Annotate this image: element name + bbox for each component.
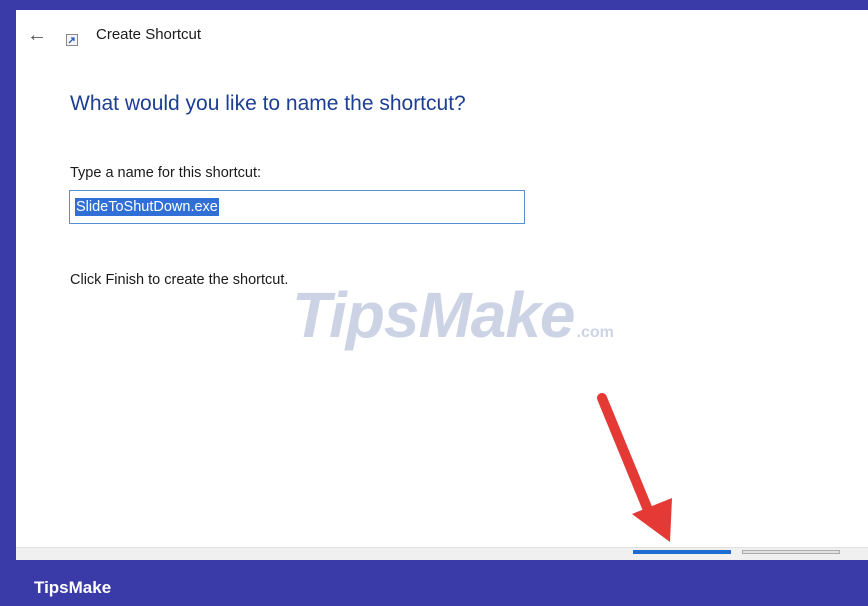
- shortcut-name-label: Type a name for this shortcut:: [70, 165, 262, 181]
- create-shortcut-window: ← Create Shortcut What would you like to…: [16, 10, 868, 560]
- finish-button[interactable]: [633, 550, 731, 554]
- back-arrow-icon[interactable]: ←: [25, 23, 49, 47]
- shortcut-name-input[interactable]: SlideToShutDown.exe: [69, 190, 525, 224]
- window-title: Create Shortcut: [96, 26, 202, 43]
- watermark-text: TipsMake: [292, 279, 575, 351]
- page-heading: What would you like to name the shortcut…: [70, 92, 466, 115]
- watermark-suffix: .com: [576, 324, 614, 341]
- shortcut-name-value: SlideToShutDown.exe: [75, 198, 219, 216]
- dialog-footer: [16, 547, 868, 560]
- footer-bar: [0, 562, 868, 606]
- shortcut-arrow-icon: [66, 34, 78, 46]
- title-bar: ← Create Shortcut: [16, 10, 868, 60]
- cancel-button[interactable]: [742, 550, 840, 554]
- brand-logo: TipsMake: [34, 578, 112, 597]
- watermark-logo: TipsMake .com: [292, 278, 614, 352]
- finish-hint-text: Click Finish to create the shortcut.: [70, 272, 289, 288]
